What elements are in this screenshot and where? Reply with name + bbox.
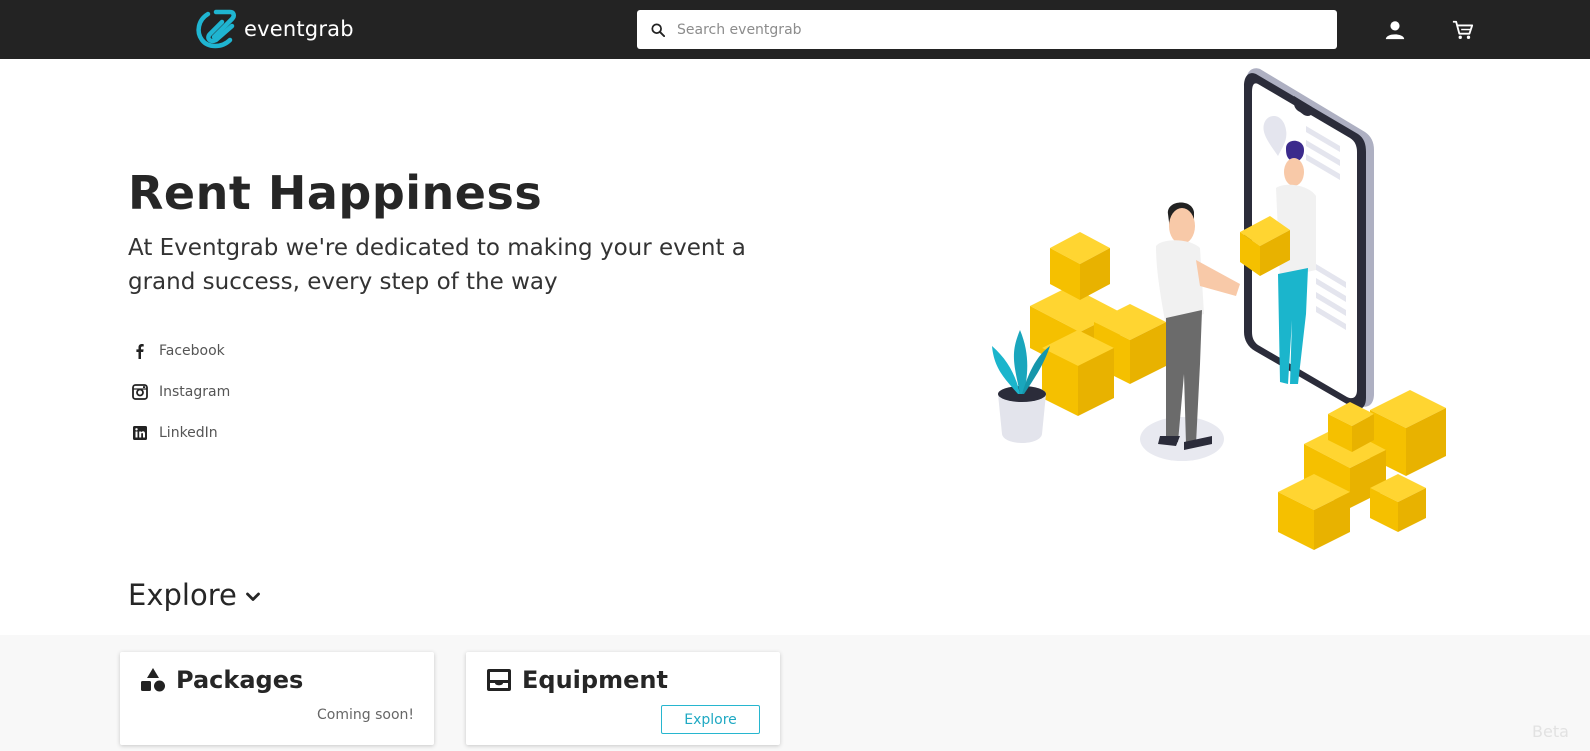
top-navigation-bar: eventgrab	[0, 0, 1590, 59]
account-icon[interactable]	[1384, 19, 1406, 41]
shapes-icon	[141, 668, 165, 692]
linkedin-icon	[133, 426, 147, 440]
packages-card-title: Packages	[140, 666, 303, 694]
hero-title: Rent Happiness	[128, 166, 543, 220]
instagram-icon	[132, 384, 148, 400]
facebook-link[interactable]: Facebook	[132, 340, 230, 362]
search-input[interactable]	[675, 20, 1279, 39]
instagram-link[interactable]: Instagram	[132, 381, 230, 403]
packages-card: Packages Coming soon!	[120, 652, 434, 745]
brand-logo[interactable]: eventgrab	[194, 8, 354, 50]
facebook-icon	[136, 344, 144, 359]
search-bar[interactable]	[637, 10, 1337, 49]
hero-illustration	[992, 68, 1446, 550]
packages-title: Packages	[176, 666, 304, 694]
search-icon	[651, 22, 665, 37]
instagram-label: Instagram	[159, 384, 231, 400]
box-stack-left-illustration	[1030, 232, 1166, 416]
equipment-card: Equipment Explore	[466, 652, 780, 745]
explore-toggle[interactable]: Explore	[128, 578, 261, 612]
coming-soon-label: Coming soon!	[317, 707, 414, 723]
chevron-down-icon	[245, 592, 260, 601]
equipment-title: Equipment	[522, 666, 668, 694]
explore-equipment-button[interactable]: Explore	[661, 705, 760, 734]
facebook-label: Facebook	[159, 343, 225, 359]
cart-icon[interactable]	[1452, 19, 1474, 41]
logo-icon	[196, 9, 236, 49]
hero-subtitle: At Eventgrab we're dedicated to making y…	[128, 235, 746, 295]
beta-badge: Beta	[1532, 722, 1569, 741]
brand-name: eventgrab	[244, 17, 354, 41]
inbox-icon	[487, 669, 511, 691]
explore-label: Explore	[128, 578, 237, 612]
social-links: Facebook Instagram LinkedIn	[132, 340, 230, 463]
linkedin-link[interactable]: LinkedIn	[132, 422, 230, 444]
linkedin-label: LinkedIn	[159, 425, 218, 441]
equipment-card-title: Equipment	[486, 666, 668, 694]
box-stack-right-illustration	[1278, 390, 1446, 550]
